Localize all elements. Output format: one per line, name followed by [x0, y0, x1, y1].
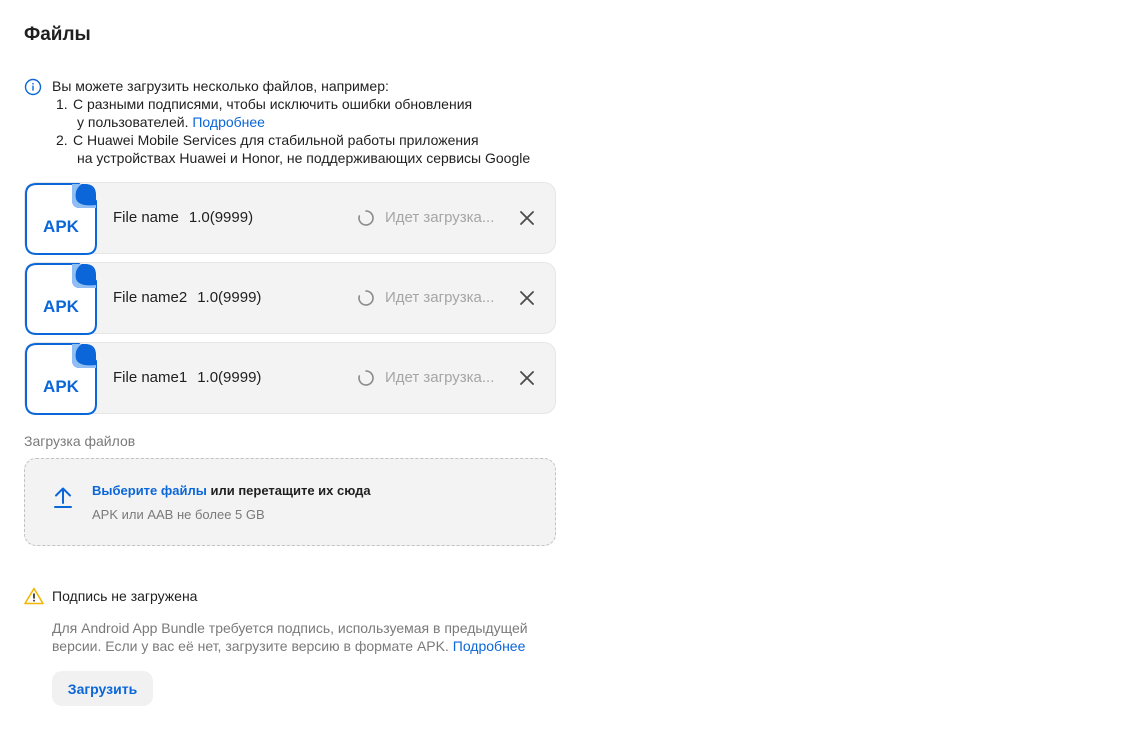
info-item-1: 1. С разными подписями, чтобы исключить о…	[56, 96, 473, 130]
svg-text:APK: APK	[43, 297, 80, 316]
file-card: APK File name2 1.0(9999) Идет загрузка...	[24, 262, 556, 335]
warning-icon	[24, 587, 44, 605]
svg-text:APK: APK	[43, 217, 80, 236]
warning-more-link[interactable]: Подробнее	[453, 638, 526, 654]
close-icon[interactable]	[517, 368, 537, 388]
close-icon[interactable]	[517, 208, 537, 228]
upload-icon	[54, 487, 72, 508]
file-version: 1.0(9999)	[197, 369, 262, 386]
info-intro: Вы можете загрузить несколько файлов, на…	[52, 78, 389, 94]
info-icon	[24, 78, 42, 96]
close-icon[interactable]	[517, 288, 537, 308]
upload-label: Загрузка файлов	[24, 433, 136, 449]
apk-file-icon: APK	[25, 183, 97, 255]
apk-file-icon: APK	[25, 263, 97, 335]
info-text: Вы можете загрузить несколько файлов, на…	[52, 77, 530, 167]
spinner-icon	[358, 210, 374, 226]
upload-status: Идет загрузка...	[385, 209, 495, 226]
file-name: File name1 1.0(9999)	[113, 369, 262, 386]
svg-text:APK: APK	[43, 377, 80, 396]
spinner-icon	[358, 290, 374, 306]
page-title: Файлы	[24, 24, 91, 45]
file-card: APK File name1 1.0(9999) Идет загрузка...	[24, 342, 556, 415]
info-item-2: 2. С Huawei Mobile Services для стабильно…	[56, 132, 531, 166]
dropzone-hint: APK или AAB не более 5 GB	[92, 507, 265, 522]
file-name: File name2 1.0(9999)	[113, 289, 262, 306]
file-dropzone[interactable]: Выберите файлы или перетащите их сюда AP…	[24, 458, 556, 546]
choose-files-link[interactable]: Выберите файлы	[92, 483, 207, 498]
upload-status: Идет загрузка...	[385, 289, 495, 306]
apk-file-icon: APK	[25, 343, 97, 415]
dropzone-text: Выберите файлы или перетащите их сюда	[92, 483, 371, 498]
spinner-icon	[358, 370, 374, 386]
info-more-link[interactable]: Подробнее	[192, 114, 265, 130]
file-version: 1.0(9999)	[197, 289, 262, 306]
file-name: File name 1.0(9999)	[113, 209, 254, 226]
upload-status: Идет загрузка...	[385, 369, 495, 386]
warning-title: Подпись не загружена	[52, 588, 198, 604]
upload-button[interactable]: Загрузить	[52, 671, 153, 706]
file-card: APK File name 1.0(9999) Идет загрузка...	[24, 182, 556, 255]
file-version: 1.0(9999)	[188, 209, 254, 226]
warning-text: Для Android App Bundle требуется подпись…	[52, 620, 528, 654]
